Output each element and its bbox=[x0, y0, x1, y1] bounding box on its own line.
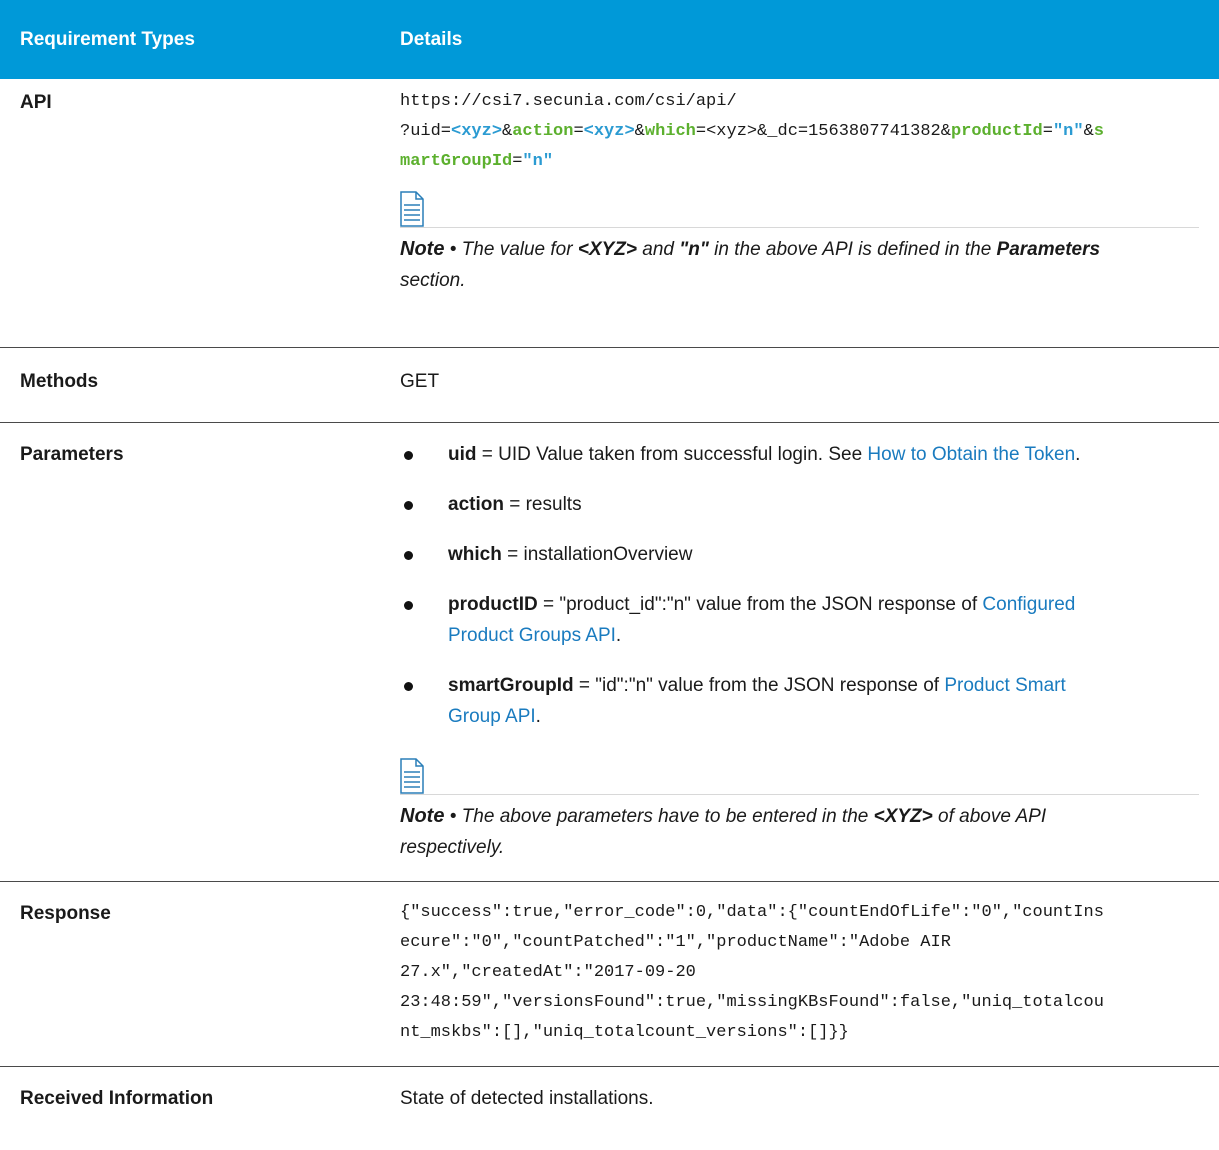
param-key: action bbox=[448, 494, 504, 515]
bullet-icon bbox=[404, 601, 413, 610]
row-value-api: https://csi7.secunia.com/csi/api/ ?uid=<… bbox=[380, 79, 1219, 348]
note-text: The value for bbox=[461, 239, 578, 260]
list-item: which = installationOverview bbox=[400, 539, 1199, 570]
row-label-parameters: Parameters bbox=[20, 444, 124, 465]
response-json: {"success":true,"error_code":0,"data":{"… bbox=[400, 898, 1199, 1048]
row-value-response: {"success":true,"error_code":0,"data":{"… bbox=[380, 882, 1219, 1067]
header-details: Details bbox=[380, 0, 1219, 79]
url-seg: <xyz> bbox=[451, 122, 503, 141]
table-row-api: API https://csi7.secunia.com/csi/api/ ?u… bbox=[0, 79, 1219, 348]
note-document-icon bbox=[400, 758, 424, 794]
table-row-response: Response {"success":true,"error_code":0,… bbox=[0, 882, 1219, 1067]
link-how-to-obtain-token[interactable]: How to Obtain the Token bbox=[867, 444, 1075, 465]
link-text: Product Smart bbox=[944, 675, 1066, 696]
note-text: and bbox=[637, 239, 680, 260]
api-url-line3: martGroupId="n" bbox=[400, 147, 1199, 177]
note-text: section. bbox=[400, 270, 466, 291]
row-value-parameters: uid = UID Value taken from successful lo… bbox=[380, 423, 1219, 882]
list-item: productID = "product_id":"n" value from … bbox=[400, 589, 1199, 651]
bullet-icon bbox=[404, 551, 413, 560]
response-line: {"success":true,"error_code":0,"data":{"… bbox=[400, 903, 1104, 922]
row-label-methods: Methods bbox=[20, 371, 99, 392]
row-value-methods: GET bbox=[400, 371, 440, 392]
param-text: . bbox=[1075, 444, 1081, 465]
param-key: smartGroupId bbox=[448, 675, 574, 696]
url-seg: & bbox=[634, 122, 645, 141]
param-key: which bbox=[448, 544, 502, 565]
param-text: = results bbox=[503, 494, 582, 515]
note-text: <XYZ> bbox=[577, 239, 637, 260]
api-url-line2: ?uid=<xyz>&action=<xyz>&which=<xyz>&_dc=… bbox=[400, 117, 1199, 147]
bullet-icon bbox=[404, 501, 413, 510]
table-header-row: Requirement Types Details bbox=[0, 0, 1219, 79]
note-text: <XYZ> bbox=[873, 806, 933, 827]
bullet-icon bbox=[404, 451, 413, 460]
row-label-response: Response bbox=[20, 903, 111, 924]
table-row-parameters: Parameters uid = UID Value taken from su… bbox=[0, 423, 1219, 882]
url-seg: s bbox=[1093, 122, 1104, 141]
note-bullet: • bbox=[444, 806, 462, 827]
api-url: https://csi7.secunia.com/csi/api/ ?uid=<… bbox=[400, 87, 1199, 177]
row-label-received-information: Received Information bbox=[20, 1088, 214, 1109]
url-seg: "n" bbox=[1052, 122, 1084, 141]
note-text: The above parameters have to be entered … bbox=[461, 806, 874, 827]
requirements-table: Requirement Types Details API https://cs… bbox=[0, 0, 1219, 1114]
url-seg: =<xyz>&_dc=1563807741382& bbox=[695, 122, 951, 141]
list-item: smartGroupId = "id":"n" value from the J… bbox=[400, 670, 1199, 732]
response-line: nt_mskbs":[],"uniq_totalcount_versions":… bbox=[400, 1023, 849, 1042]
url-seg: = bbox=[573, 122, 584, 141]
link-text: Configured bbox=[982, 594, 1076, 615]
parameter-list: uid = UID Value taken from successful lo… bbox=[400, 439, 1199, 732]
note-text: respectively. bbox=[400, 837, 505, 858]
list-item: uid = UID Value taken from successful lo… bbox=[400, 439, 1199, 470]
response-line: 23:48:59","versionsFound":true,"missingK… bbox=[400, 993, 1104, 1012]
url-seg: ?uid= bbox=[400, 122, 452, 141]
note-label: Note bbox=[400, 805, 445, 827]
param-text: . bbox=[615, 625, 622, 646]
note-label: Note bbox=[400, 238, 445, 260]
link-text: Group API bbox=[448, 706, 536, 727]
url-seg: martGroupId bbox=[400, 152, 513, 171]
url-seg: & bbox=[1083, 122, 1094, 141]
url-seg: "n" bbox=[522, 152, 554, 171]
note-bullet: • bbox=[444, 239, 462, 260]
api-note: Note • The value for <XYZ> and "n" in th… bbox=[400, 228, 1199, 296]
url-seg: productId bbox=[950, 122, 1043, 141]
api-url-line1: https://csi7.secunia.com/csi/api/ bbox=[400, 92, 737, 111]
param-text: . bbox=[535, 706, 541, 727]
link-text: Product Groups API bbox=[448, 625, 616, 646]
table-row-methods: Methods GET bbox=[0, 348, 1219, 423]
response-line: ecure":"0","countPatched":"1","productNa… bbox=[400, 933, 951, 952]
note-text: of above API bbox=[932, 806, 1047, 827]
url-seg: which bbox=[644, 122, 696, 141]
url-seg: <xyz> bbox=[583, 122, 635, 141]
param-text: = installationOverview bbox=[501, 544, 693, 565]
note-text: "n" bbox=[679, 239, 709, 260]
param-text: = "product_id":"n" value from the JSON r… bbox=[537, 594, 983, 615]
note-document-icon bbox=[400, 191, 424, 227]
param-key: productID bbox=[448, 594, 538, 615]
table-row-received-information: Received Information State of detected i… bbox=[0, 1067, 1219, 1115]
bullet-icon bbox=[404, 682, 413, 691]
parameters-note: Note • The above parameters have to be e… bbox=[400, 795, 1199, 863]
url-seg: action bbox=[512, 122, 574, 141]
param-key: uid bbox=[448, 444, 477, 465]
url-seg: = bbox=[512, 152, 523, 171]
header-requirement-types: Requirement Types bbox=[0, 0, 380, 79]
response-line: 27.x","createdAt":"2017-09-20 bbox=[400, 963, 696, 982]
row-value-received-information: State of detected installations. bbox=[400, 1088, 654, 1109]
note-text: in the above API is defined in the bbox=[708, 239, 997, 260]
note-text: Parameters bbox=[996, 239, 1101, 260]
row-label-api: API bbox=[20, 92, 52, 113]
url-seg: & bbox=[502, 122, 513, 141]
url-seg: = bbox=[1042, 122, 1053, 141]
param-text: = "id":"n" value from the JSON response … bbox=[573, 675, 945, 696]
param-text: = UID Value taken from successful login.… bbox=[476, 444, 868, 465]
list-item: action = results bbox=[400, 489, 1199, 520]
